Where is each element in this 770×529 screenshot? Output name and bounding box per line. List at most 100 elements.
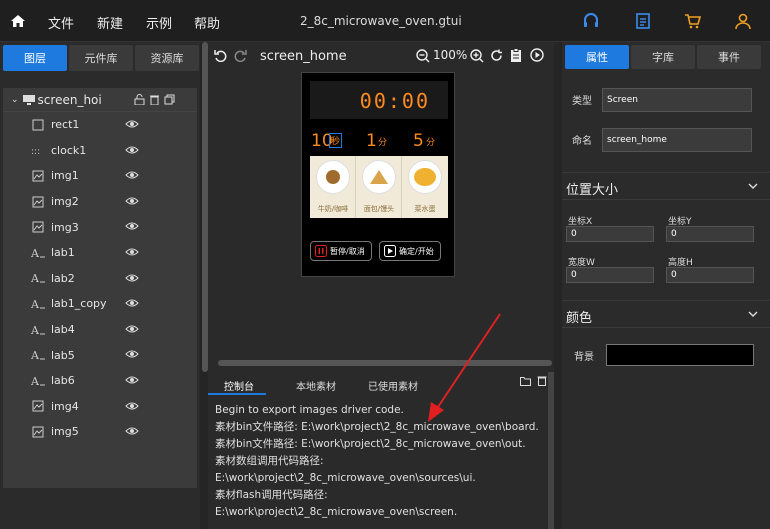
- tree-item-label: img2: [51, 195, 79, 209]
- food-egg[interactable]: 菜水蛋: [402, 156, 448, 218]
- width-field[interactable]: 0: [566, 267, 654, 283]
- confirm-start-button[interactable]: 确定/开始: [379, 241, 441, 261]
- top-bar: 文件 新建 示例 帮助 2_8c_microwave_oven.gtui: [0, 0, 770, 42]
- eye-icon[interactable]: [125, 324, 139, 334]
- tab-components[interactable]: 元件库: [69, 45, 133, 71]
- tree-item-rect1[interactable]: rect1: [3, 112, 197, 138]
- eye-icon[interactable]: [125, 247, 139, 257]
- log-line: E:\work\project\2_8c_microwave_oven\scre…: [215, 506, 458, 518]
- section-color-title: 颜色: [566, 311, 593, 326]
- tab-resources[interactable]: 资源库: [135, 45, 199, 71]
- tree-item-lab4[interactable]: Alab4: [3, 317, 197, 343]
- device-screen-preview[interactable]: 00:00 10 秒 1 分 5 分 牛奶/咖啡 面包/馒头 菜水蛋 暂停/取消: [301, 72, 455, 277]
- minute1-unit[interactable]: 分: [378, 135, 387, 148]
- eye-icon[interactable]: [125, 196, 139, 206]
- tree-item-img4[interactable]: img4: [3, 394, 197, 420]
- tab-fonts[interactable]: 字库: [631, 45, 695, 69]
- tree-item-label: lab1: [51, 246, 75, 260]
- eye-icon[interactable]: [125, 426, 139, 436]
- eye-icon[interactable]: [125, 145, 139, 155]
- console-trash-icon[interactable]: [537, 375, 547, 386]
- monitor-icon: [22, 94, 35, 105]
- tab-events[interactable]: 事件: [697, 45, 761, 69]
- label-icon: A: [31, 324, 45, 336]
- headset-icon[interactable]: [582, 12, 600, 30]
- layer-tree: ⌄ screen_hoi rect1::: clock1 img1 img2 img3 A…: [3, 88, 197, 488]
- menu-file[interactable]: 文件: [48, 13, 74, 32]
- eye-icon[interactable]: [125, 170, 139, 180]
- zoom-in-icon[interactable]: [470, 49, 484, 63]
- section-position-title: 位置大小: [566, 183, 619, 198]
- eye-icon[interactable]: [125, 221, 139, 231]
- section-color[interactable]: 颜色: [562, 300, 770, 328]
- tree-root-screen[interactable]: ⌄ screen_hoi: [3, 88, 197, 112]
- height-field[interactable]: 0: [666, 267, 754, 283]
- seconds-unit[interactable]: 秒: [329, 133, 343, 148]
- tree-items: rect1::: clock1 img1 img2 img3 Alab1 Alab2 Alab…: [3, 112, 197, 445]
- clipboard-icon[interactable]: [510, 48, 522, 63]
- menu-help[interactable]: 帮助: [194, 13, 220, 32]
- food-label-bread: 面包/馒头: [363, 205, 395, 213]
- tree-item-lab1_copy[interactable]: Alab1_copy: [3, 291, 197, 317]
- y-field[interactable]: 0: [666, 226, 754, 242]
- eye-icon[interactable]: [125, 375, 139, 385]
- chevron-down-icon[interactable]: ⌄: [11, 95, 19, 105]
- user-icon[interactable]: [734, 12, 752, 30]
- refresh-icon[interactable]: [490, 49, 503, 62]
- redo-icon[interactable]: [234, 49, 247, 62]
- x-field[interactable]: 0: [566, 226, 654, 242]
- tab-layers[interactable]: 图层: [3, 45, 67, 71]
- menu-new[interactable]: 新建: [97, 13, 123, 32]
- zoom-out-icon[interactable]: [416, 49, 430, 63]
- tab-properties[interactable]: 属性: [565, 45, 629, 69]
- menu-example[interactable]: 示例: [146, 13, 172, 32]
- minute1-value[interactable]: 1: [366, 131, 377, 151]
- console-scrollbar[interactable]: [548, 372, 554, 529]
- food-bread[interactable]: 面包/馒头: [356, 156, 402, 218]
- tree-item-lab1[interactable]: Alab1: [3, 240, 197, 266]
- eye-icon[interactable]: [125, 298, 139, 308]
- tab-console[interactable]: 控制台: [224, 378, 254, 393]
- tree-item-lab5[interactable]: Alab5: [3, 342, 197, 368]
- tab-local-assets[interactable]: 本地素材: [296, 378, 336, 393]
- type-field[interactable]: Screen: [602, 88, 752, 112]
- eye-icon[interactable]: [125, 119, 139, 129]
- eye-icon[interactable]: [125, 273, 139, 283]
- pause-cancel-button[interactable]: 暂停/取消: [310, 241, 372, 261]
- canvas-toolbar: screen_home 100%: [208, 42, 554, 70]
- trash-icon[interactable]: [149, 94, 160, 105]
- zoom-level: 100%: [433, 48, 468, 62]
- food-options: 牛奶/咖啡 面包/馒头 菜水蛋: [310, 156, 448, 218]
- tree-item-label: img1: [51, 169, 79, 183]
- tree-root-label: screen_hoi: [37, 92, 102, 107]
- home-icon[interactable]: [10, 13, 26, 29]
- clock-display[interactable]: 00:00: [310, 81, 448, 119]
- chevron-down-icon[interactable]: [748, 181, 758, 191]
- eye-icon[interactable]: [125, 401, 139, 411]
- food-milk-coffee[interactable]: 牛奶/咖啡: [310, 156, 356, 218]
- play-icon[interactable]: [530, 48, 544, 62]
- minute5-unit[interactable]: 分: [426, 135, 435, 148]
- eye-icon[interactable]: [125, 349, 139, 359]
- chevron-down-icon[interactable]: [748, 309, 758, 319]
- document-icon[interactable]: [634, 12, 652, 30]
- label-icon: A: [31, 247, 45, 259]
- copy-icon[interactable]: [164, 94, 175, 105]
- tree-item-img3[interactable]: img3: [3, 214, 197, 240]
- section-position-size[interactable]: 位置大小: [562, 172, 770, 200]
- cart-icon[interactable]: [684, 12, 702, 30]
- tree-item-lab2[interactable]: Alab2: [3, 266, 197, 292]
- tab-used-assets[interactable]: 已使用素材: [368, 378, 418, 393]
- tree-item-clock1[interactable]: ::: clock1: [3, 138, 197, 164]
- coffee-cup-image: [316, 160, 350, 194]
- folder-icon[interactable]: [520, 376, 531, 386]
- background-color-swatch[interactable]: [606, 344, 754, 366]
- name-field[interactable]: screen_home: [602, 128, 752, 152]
- tree-item-img1[interactable]: img1: [3, 163, 197, 189]
- minute5-value[interactable]: 5: [413, 131, 424, 151]
- undo-icon[interactable]: [214, 49, 227, 62]
- tree-item-img2[interactable]: img2: [3, 189, 197, 215]
- tree-item-lab6[interactable]: Alab6: [3, 368, 197, 394]
- unlock-icon[interactable]: [134, 94, 145, 105]
- tree-item-img5[interactable]: img5: [3, 419, 197, 445]
